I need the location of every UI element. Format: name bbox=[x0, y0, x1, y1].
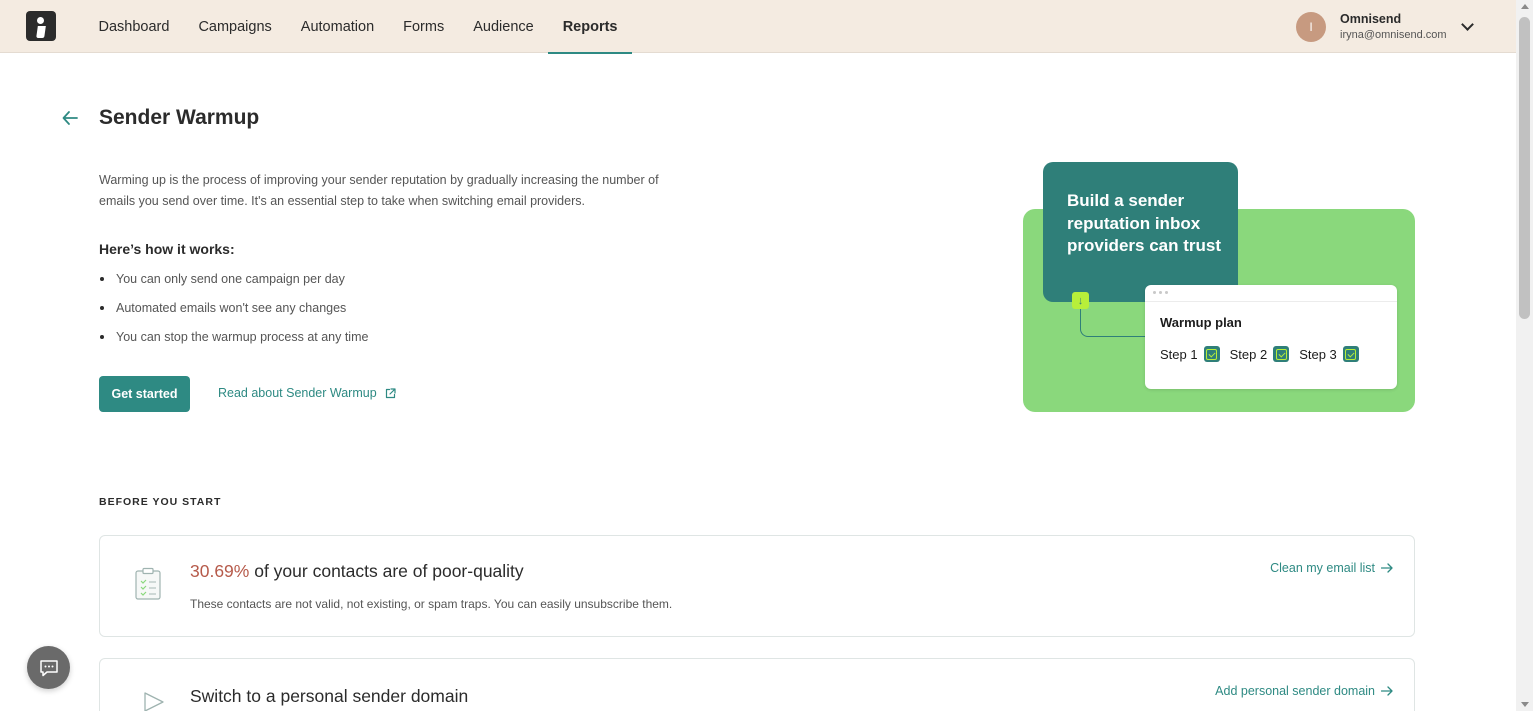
send-arrow-icon bbox=[144, 692, 164, 711]
step-label: Step 3 bbox=[1299, 346, 1337, 362]
before-you-start-heading: BEFORE YOU START bbox=[99, 496, 222, 508]
step-label: Step 2 bbox=[1229, 346, 1268, 362]
get-started-button[interactable]: Get started bbox=[99, 376, 190, 412]
checkbox-checked-icon bbox=[1203, 346, 1220, 362]
logo-dot bbox=[37, 17, 44, 24]
clean-email-list-link[interactable]: Clean my email list bbox=[1270, 561, 1393, 575]
sender-domain-title: Switch to a personal sender domain bbox=[190, 686, 469, 706]
nav-reports[interactable]: Reports bbox=[548, 0, 632, 54]
how-it-works-list: You can only send one campaign per day A… bbox=[99, 270, 368, 357]
add-sender-domain-link[interactable]: Add personal sender domain bbox=[1215, 684, 1393, 698]
omnisend-logo-icon[interactable] bbox=[26, 11, 56, 41]
clean-email-list-label: Clean my email list bbox=[1270, 561, 1375, 575]
chat-button[interactable] bbox=[27, 646, 70, 689]
read-about-link-label: Read about Sender Warmup bbox=[218, 386, 377, 400]
scroll-thumb[interactable] bbox=[1519, 17, 1530, 319]
list-item: Automated emails won't see any changes bbox=[99, 299, 368, 328]
page-scrollbar[interactable] bbox=[1516, 0, 1533, 711]
main-nav: Dashboard Campaigns Automation Forms Aud… bbox=[84, 0, 632, 54]
warmup-plan-card: Warmup plan Step 1 Step 2 Step 3 bbox=[1145, 285, 1397, 389]
nav-audience[interactable]: Audience bbox=[459, 0, 548, 53]
clipboard-checklist-icon bbox=[135, 567, 161, 600]
step-label: Step 1 bbox=[1160, 346, 1198, 362]
step-item: Step 1 bbox=[1160, 346, 1220, 362]
poor-quality-contacts-card: 30.69% of your contacts are of poor-qual… bbox=[99, 535, 1415, 637]
step-item: Step 3 bbox=[1299, 346, 1359, 362]
list-item: You can only send one campaign per day bbox=[99, 270, 368, 299]
back-arrow-icon[interactable] bbox=[61, 109, 79, 127]
logo-stem bbox=[36, 26, 46, 38]
poor-quality-title-text: of your contacts are of poor-quality bbox=[249, 561, 524, 581]
user-email: iryna@omnisend.com bbox=[1340, 29, 1447, 42]
checkbox-checked-icon bbox=[1273, 346, 1290, 362]
checkbox-checked-icon bbox=[1342, 346, 1359, 362]
nav-dashboard[interactable]: Dashboard bbox=[84, 0, 184, 53]
warmup-steps: Step 1 Step 2 Step 3 bbox=[1160, 346, 1359, 362]
card-divider bbox=[1145, 301, 1397, 302]
illustration-connector bbox=[1080, 300, 1150, 337]
external-link-icon bbox=[385, 387, 396, 398]
nav-campaigns[interactable]: Campaigns bbox=[184, 0, 286, 53]
list-item: You can stop the warmup process at any t… bbox=[99, 328, 368, 357]
user-name: Omnisend bbox=[1340, 11, 1402, 26]
arrow-right-icon bbox=[1381, 563, 1393, 573]
user-info: Omnisend iryna@omnisend.com bbox=[1340, 13, 1447, 42]
add-sender-domain-label: Add personal sender domain bbox=[1215, 684, 1375, 698]
poor-quality-title: 30.69% of your contacts are of poor-qual… bbox=[190, 561, 524, 582]
arrow-right-icon bbox=[1381, 686, 1393, 696]
avatar: I bbox=[1296, 12, 1326, 42]
scroll-up-arrow-icon[interactable] bbox=[1521, 4, 1529, 9]
nav-automation[interactable]: Automation bbox=[286, 0, 388, 53]
read-about-link[interactable]: Read about Sender Warmup bbox=[218, 386, 396, 400]
chat-bubble-icon bbox=[39, 659, 58, 676]
sender-domain-card: Switch to a personal sender domain Add p… bbox=[99, 658, 1415, 711]
page-title: Sender Warmup bbox=[99, 106, 260, 129]
illustration-headline: Build a sender reputation inbox provider… bbox=[1067, 191, 1221, 255]
intro-text: Warming up is the process of improving y… bbox=[99, 173, 659, 208]
user-menu[interactable]: I Omnisend iryna@omnisend.com bbox=[1296, 10, 1447, 44]
poor-quality-percent: 30.69% bbox=[190, 561, 250, 581]
poor-quality-description: These contacts are not valid, not existi… bbox=[190, 597, 673, 611]
top-navigation-bar: Dashboard Campaigns Automation Forms Aud… bbox=[0, 0, 1516, 54]
step-item: Step 2 bbox=[1230, 346, 1290, 362]
arrow-down-icon: ↓ bbox=[1072, 292, 1089, 309]
illustration-headline-card: Build a sender reputation inbox provider… bbox=[1043, 162, 1238, 302]
window-dots-icon bbox=[1153, 291, 1168, 294]
warmup-plan-title: Warmup plan bbox=[1160, 315, 1242, 330]
scroll-down-arrow-icon[interactable] bbox=[1521, 702, 1529, 707]
how-it-works-heading: Here’s how it works: bbox=[99, 241, 235, 257]
chevron-down-icon[interactable] bbox=[1461, 18, 1474, 31]
nav-forms[interactable]: Forms bbox=[389, 0, 459, 53]
